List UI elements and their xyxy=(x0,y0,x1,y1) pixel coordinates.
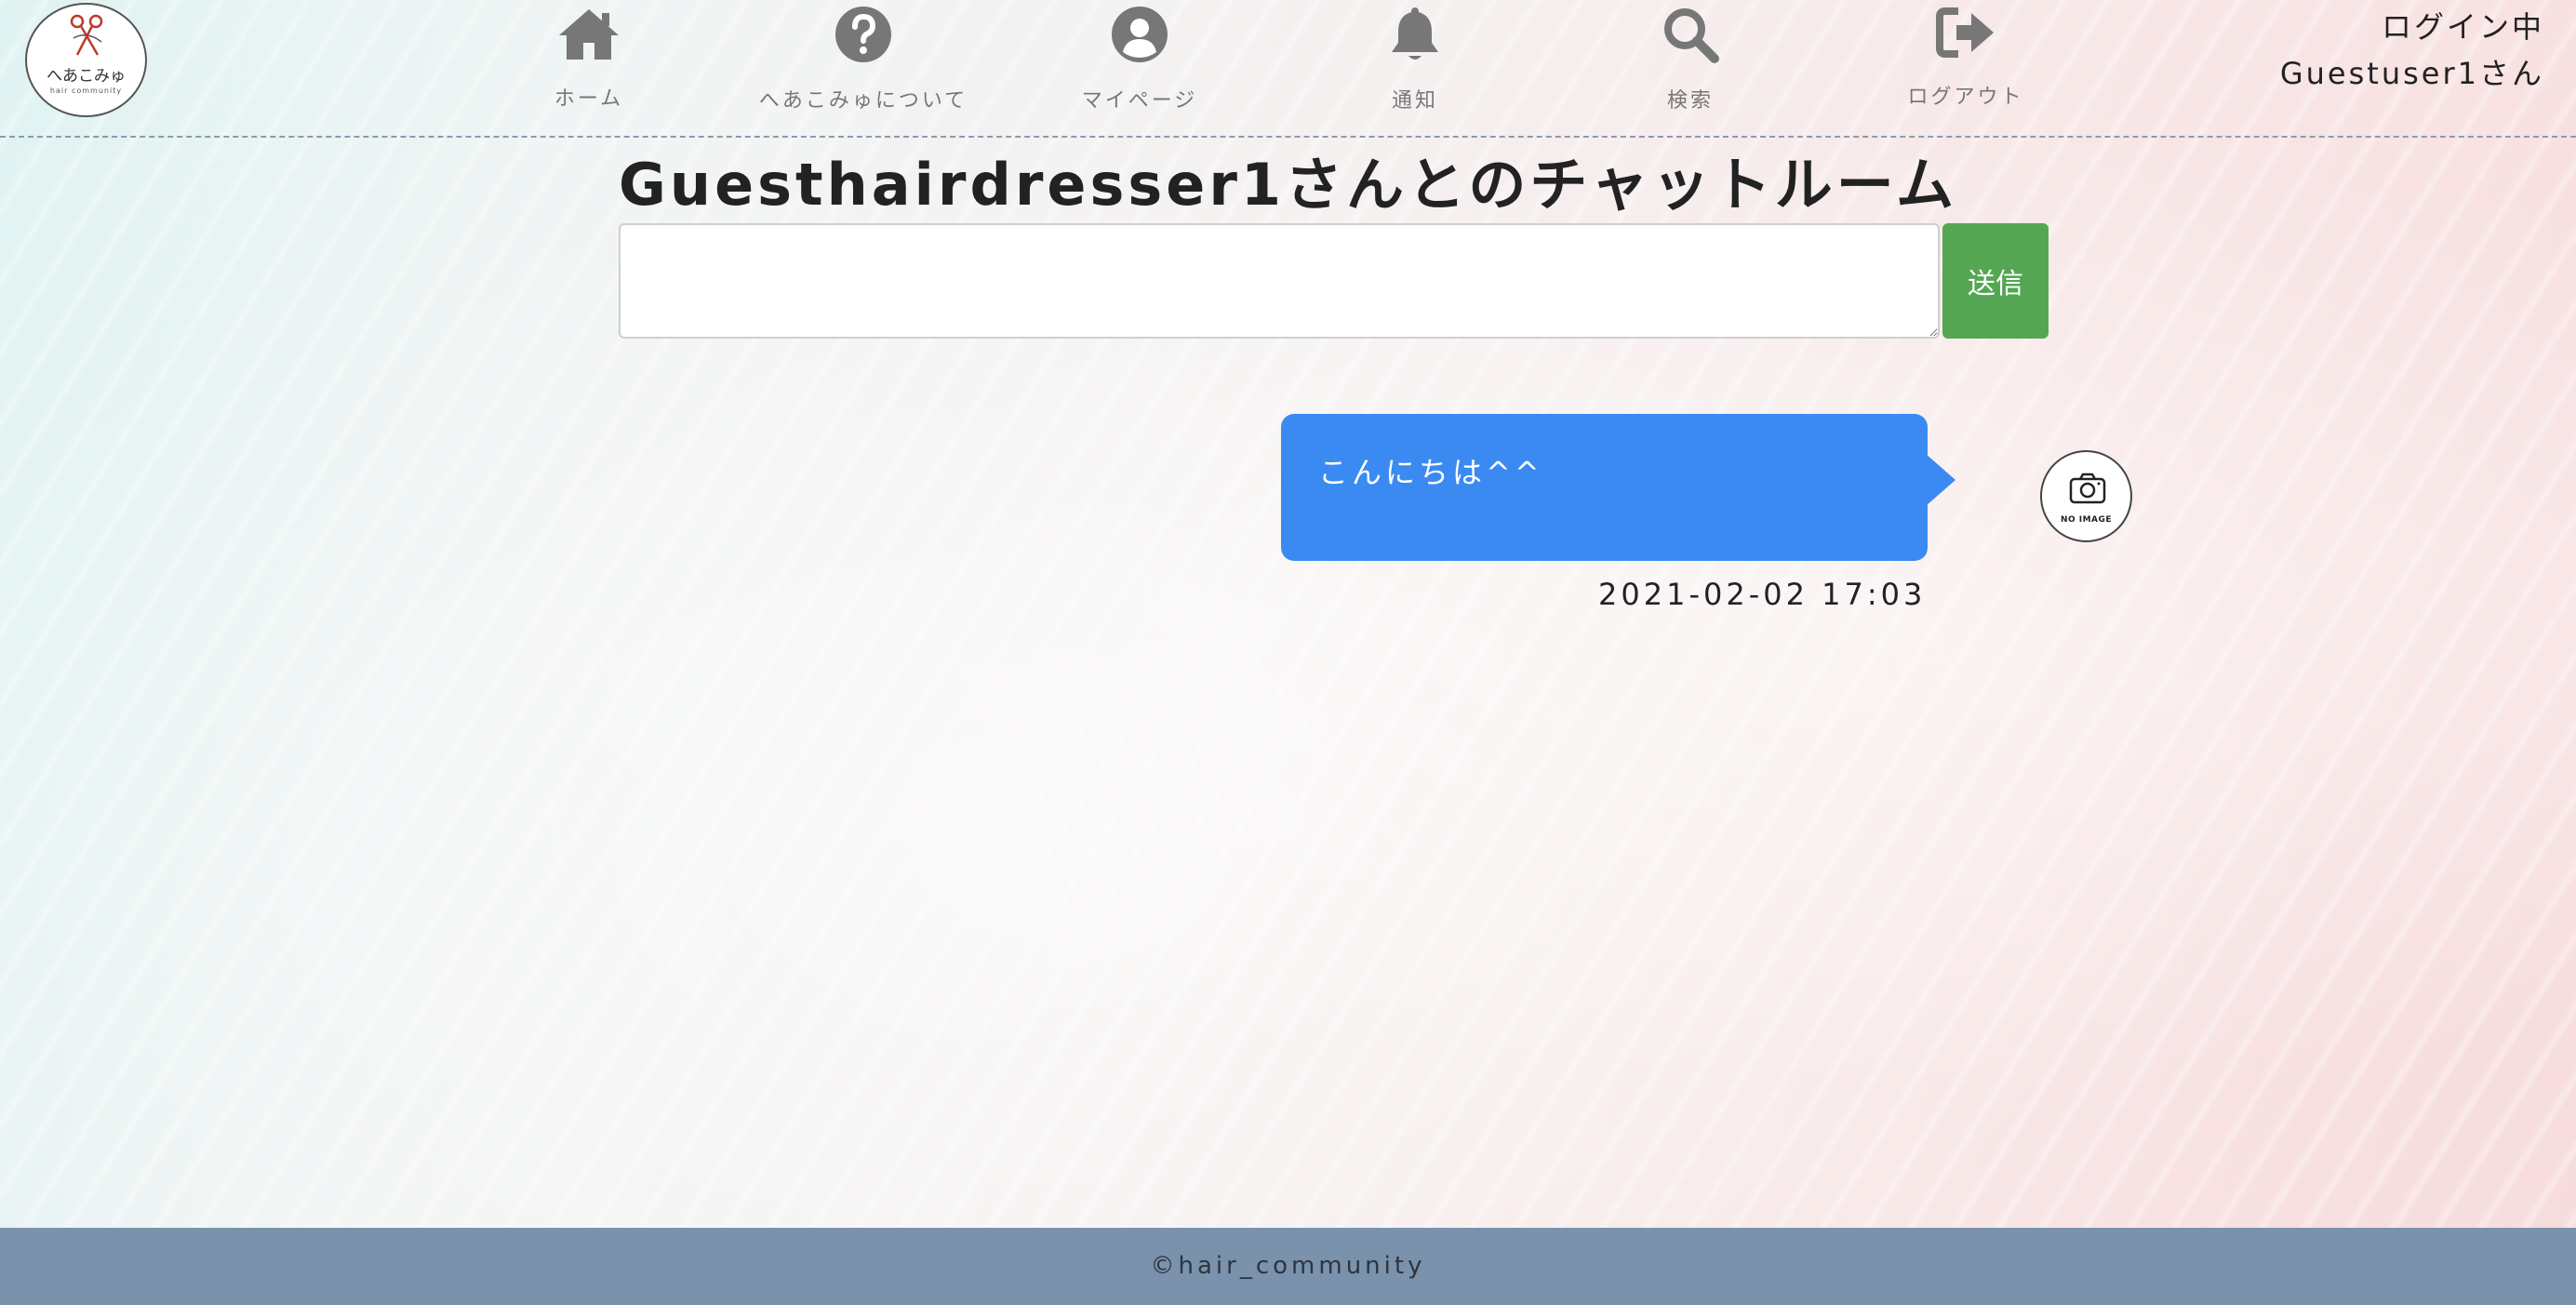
login-status-text: ログイン中 xyxy=(2381,9,2544,45)
nav-mypage-label: マイページ xyxy=(1081,89,1198,113)
no-image-label: NO IMAGE xyxy=(2060,515,2113,525)
message-text: こんにちは^^ xyxy=(1318,455,1543,490)
nav-home-label: ホーム xyxy=(554,87,624,111)
home-icon xyxy=(559,9,619,60)
login-status: ログイン中 Guestuser1さん xyxy=(2280,4,2544,97)
chat-room-title: Guesthairdresser1さんとのチャットルーム xyxy=(619,151,1957,219)
nav-about[interactable]: へあこみゅについて xyxy=(742,6,984,113)
user-avatar[interactable]: NO IMAGE xyxy=(2040,450,2132,542)
send-button[interactable]: 送信 xyxy=(1942,223,2049,339)
nav-notifications-label: 通知 xyxy=(1391,89,1438,113)
question-circle-icon xyxy=(835,7,891,62)
nav-logout-label: ログアウト xyxy=(1907,86,2024,109)
logo-subtext: hair community xyxy=(49,87,123,95)
no-image-camera-icon xyxy=(2069,473,2106,504)
message-timestamp: 2021-02-02 17:03 xyxy=(1598,577,1927,612)
site-footer: ©hair_community xyxy=(0,1228,2576,1305)
message-input[interactable] xyxy=(619,223,1940,339)
logout-icon xyxy=(1936,7,1994,58)
message-bubble-tail xyxy=(1926,454,1955,506)
site-header: へあこみゅ hair community ホーム へあこみゅについて マイページ… xyxy=(0,0,2576,138)
nav-about-label: へあこみゅについて xyxy=(758,89,968,113)
scissors-logo-icon xyxy=(70,14,103,56)
current-user-name: Guestuser1さん xyxy=(2279,56,2544,91)
message-bubble: こんにちは^^ xyxy=(1281,414,1928,561)
bell-icon xyxy=(1392,7,1438,60)
nav-mypage[interactable]: マイページ xyxy=(1019,6,1261,113)
nav-home[interactable]: ホーム xyxy=(468,6,710,112)
nav-search-label: 検索 xyxy=(1666,89,1714,113)
nav-search[interactable]: 検索 xyxy=(1569,6,1811,113)
search-icon xyxy=(1664,8,1719,63)
site-logo[interactable]: へあこみゅ hair community xyxy=(25,3,147,117)
footer-copyright: ©hair_community xyxy=(1150,1252,1426,1280)
nav-notifications[interactable]: 通知 xyxy=(1294,6,1536,113)
nav-logout[interactable]: ログアウト xyxy=(1845,6,2087,110)
logo-text: へあこみゅ xyxy=(47,67,126,86)
user-circle-icon xyxy=(1112,7,1168,62)
